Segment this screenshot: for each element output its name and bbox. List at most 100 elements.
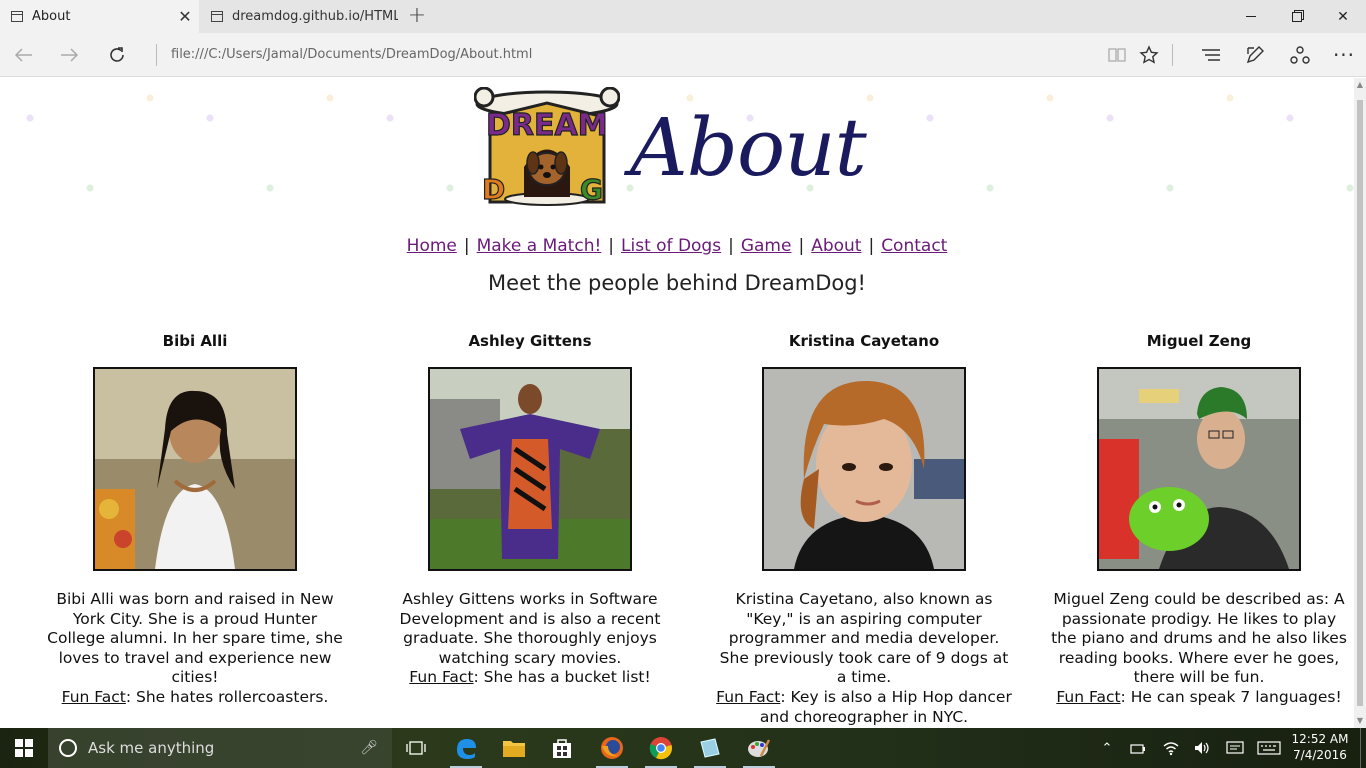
volume-tray-button[interactable] bbox=[1190, 728, 1214, 768]
page-tagline: Meet the people behind DreamDog! bbox=[488, 271, 866, 295]
page-viewport: DREAM D G About Home | Make a Match! | List … bbox=[0, 78, 1354, 728]
nav-link-about[interactable]: About bbox=[811, 236, 861, 256]
nav-link-game[interactable]: Game bbox=[741, 236, 792, 256]
member-name: Bibi Alli bbox=[162, 332, 228, 350]
member-name: Ashley Gittens bbox=[468, 332, 592, 350]
fun-fact-label: Fun Fact bbox=[716, 687, 781, 706]
book-icon bbox=[1108, 48, 1126, 62]
photo-ashley-gittens bbox=[430, 369, 630, 569]
address-toolbar: file:///C:/Users/Jamal/Documents/DreamDo… bbox=[0, 33, 1366, 77]
web-note-button[interactable] bbox=[1233, 33, 1277, 77]
team-member-card: Bibi Alli Bibi Alli was born and raised … bbox=[45, 332, 345, 708]
close-window-button[interactable]: ✕ bbox=[1320, 0, 1366, 33]
power-tray-button[interactable] bbox=[1126, 728, 1150, 768]
bio-text: Ashley Gittens works in Software Develop… bbox=[399, 590, 661, 667]
nav-separator: | bbox=[608, 236, 615, 256]
favorite-button[interactable] bbox=[1127, 33, 1171, 77]
hub-button[interactable] bbox=[1189, 33, 1233, 77]
wifi-icon bbox=[1163, 742, 1179, 756]
cortana-icon bbox=[59, 739, 77, 757]
more-button[interactable]: ··· bbox=[1322, 33, 1366, 77]
refresh-icon bbox=[110, 47, 124, 62]
network-tray-button[interactable] bbox=[1158, 728, 1184, 768]
taskbar-edge[interactable] bbox=[442, 728, 490, 768]
hub-icon bbox=[1202, 49, 1220, 61]
divider bbox=[1172, 44, 1173, 66]
battery-plug-icon bbox=[1130, 744, 1145, 754]
nav-link-contact[interactable]: Contact bbox=[881, 236, 947, 256]
notification-icon bbox=[1226, 741, 1244, 754]
fun-fact-text: : He can speak 7 languages! bbox=[1120, 687, 1342, 706]
dreamdog-logo[interactable]: DREAM D G bbox=[474, 87, 620, 207]
taskbar-store[interactable] bbox=[538, 728, 586, 768]
taskbar-paint[interactable] bbox=[735, 728, 783, 768]
restore-button[interactable] bbox=[1274, 0, 1320, 33]
speaker-icon bbox=[1195, 742, 1209, 754]
member-name: Miguel Zeng bbox=[1146, 332, 1252, 350]
clock-time: 12:52 AM bbox=[1291, 732, 1349, 746]
task-view-button[interactable] bbox=[392, 728, 440, 768]
taskbar-firefox[interactable] bbox=[588, 728, 636, 768]
windows-logo-icon bbox=[15, 739, 33, 757]
address-input[interactable]: file:///C:/Users/Jamal/Documents/DreamDo… bbox=[171, 33, 532, 77]
nav-link-list-of-dogs[interactable]: List of Dogs bbox=[621, 236, 721, 256]
nav-link-make-a-match[interactable]: Make a Match! bbox=[477, 236, 602, 256]
file-explorer-icon bbox=[503, 741, 525, 757]
forward-arrow-icon bbox=[61, 48, 79, 62]
tab-label: About bbox=[32, 9, 71, 24]
fun-fact-text: : She hates rollercoasters. bbox=[125, 687, 329, 706]
member-photo bbox=[762, 367, 966, 571]
fun-fact-text: : Key is also a Hip Hop dancer and chore… bbox=[759, 687, 1012, 726]
chevron-up-icon: ⌃ bbox=[1101, 740, 1113, 756]
vertical-scrollbar[interactable]: ▲ ▼ bbox=[1354, 78, 1366, 728]
show-hidden-icons-button[interactable]: ⌃ bbox=[1096, 728, 1118, 768]
show-desktop-button[interactable] bbox=[1360, 728, 1366, 768]
refresh-button[interactable] bbox=[94, 33, 140, 77]
keyboard-tray-button[interactable] bbox=[1254, 728, 1284, 768]
member-bio: Bibi Alli was born and raised in New Yor… bbox=[45, 590, 345, 708]
star-icon bbox=[1139, 45, 1159, 64]
back-arrow-icon bbox=[14, 48, 32, 62]
taskbar-notepad[interactable] bbox=[686, 728, 734, 768]
restore-icon bbox=[1292, 11, 1302, 22]
logo-text-dog: D bbox=[482, 173, 505, 206]
more-icon: ··· bbox=[1332, 43, 1356, 67]
logo-letter-g: G bbox=[580, 173, 603, 206]
nav-separator: | bbox=[868, 236, 875, 256]
new-tab-button[interactable]: + bbox=[404, 0, 430, 33]
back-button[interactable] bbox=[0, 33, 46, 77]
close-icon: ✕ bbox=[1337, 8, 1349, 25]
team-member-card: Kristina Cayetano Kristina Cayetano, als… bbox=[714, 332, 1014, 727]
keyboard-icon bbox=[1257, 741, 1281, 755]
member-bio: Miguel Zeng could be described as: A pas… bbox=[1049, 590, 1349, 708]
nav-link-home[interactable]: Home bbox=[407, 236, 457, 256]
action-center-button[interactable] bbox=[1222, 728, 1248, 768]
fun-fact-label: Fun Fact bbox=[61, 687, 126, 706]
fun-fact-label: Fun Fact bbox=[1056, 687, 1121, 706]
tab-dreamdog[interactable]: dreamdog.github.io/HTML-1 bbox=[200, 0, 398, 33]
cortana-search-box[interactable]: Ask me anything 🎤︎ bbox=[48, 728, 392, 768]
forward-button[interactable] bbox=[47, 33, 93, 77]
store-icon bbox=[553, 739, 571, 758]
scroll-up-arrow-icon[interactable]: ▲ bbox=[1354, 78, 1366, 92]
microphone-icon[interactable]: 🎤︎ bbox=[360, 740, 378, 756]
system-clock[interactable]: 12:52 AM 7/4/2016 bbox=[1290, 731, 1350, 763]
share-button[interactable] bbox=[1278, 33, 1322, 77]
site-navigation: Home | Make a Match! | List of Dogs | Game | Abo… bbox=[0, 236, 1354, 256]
start-button[interactable] bbox=[0, 728, 48, 768]
pen-icon bbox=[1246, 46, 1264, 64]
windows-taskbar: Ask me anything 🎤︎ ⌃ 12:52 AM 7/4/2016 bbox=[0, 728, 1366, 768]
bio-text: Miguel Zeng could be described as: A pas… bbox=[1051, 590, 1347, 687]
fun-fact-label: Fun Fact bbox=[409, 668, 474, 687]
scroll-down-arrow-icon[interactable]: ▼ bbox=[1354, 714, 1366, 728]
scroll-thumb[interactable] bbox=[1357, 100, 1363, 706]
task-view-icon bbox=[406, 741, 426, 755]
member-bio: Ashley Gittens works in Software Develop… bbox=[380, 590, 680, 688]
tab-about[interactable]: About ✕ bbox=[0, 0, 199, 33]
close-tab-icon[interactable]: ✕ bbox=[171, 7, 199, 26]
share-icon bbox=[1290, 46, 1310, 64]
minimize-button[interactable] bbox=[1228, 0, 1274, 33]
taskbar-file-explorer[interactable] bbox=[490, 728, 538, 768]
taskbar-chrome[interactable] bbox=[637, 728, 685, 768]
nav-separator: | bbox=[798, 236, 805, 256]
